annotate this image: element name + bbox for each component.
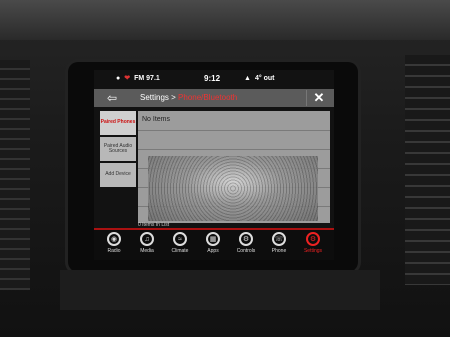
nav-settings[interactable]: ⚙ Settings — [297, 232, 329, 260]
tab-paired-audio-sources[interactable]: Paired Audio Sources — [100, 137, 136, 161]
tab-label: Paired Phones — [100, 119, 136, 126]
bottom-nav-bar: ◉ Radio ♫ Media ≈ Climate ▦ Apps ⚙ Contr… — [94, 228, 334, 260]
breadcrumb-separator: > — [171, 93, 176, 102]
tab-label: Paired Audio Sources — [103, 142, 133, 154]
nav-label: Controls — [236, 248, 256, 254]
media-icon: ♫ — [140, 232, 154, 246]
close-button[interactable]: ✕ — [306, 90, 331, 106]
nav-label: Settings — [303, 248, 323, 254]
right-air-vent — [405, 55, 450, 285]
nav-controls[interactable]: ⚙ Controls — [230, 232, 262, 260]
infotainment-screen: ● ❤ FM 97.1 9:12 ▲ 4° out ⇦ Settings > P… — [94, 70, 334, 260]
breadcrumb: Settings > Phone/Bluetooth — [140, 93, 237, 102]
nav-label: Apps — [207, 248, 219, 254]
nav-label: Phone — [271, 248, 287, 254]
favorite-heart-icon: ❤ — [124, 75, 131, 82]
empty-list-label: No Items — [142, 116, 171, 123]
breadcrumb-root: Settings — [140, 93, 169, 102]
bluetooth-tabs: Paired Phones Paired Audio Sources Add D… — [100, 111, 136, 231]
nav-media[interactable]: ♫ Media — [131, 232, 163, 260]
list-divider — [138, 130, 330, 131]
nav-radio[interactable]: ◉ Radio — [98, 232, 130, 260]
tab-add-device[interactable]: Add Device — [100, 163, 136, 187]
radio-icon: ◉ — [107, 232, 121, 246]
close-icon: ✕ — [313, 90, 325, 105]
signal-icon: ▲ — [244, 74, 251, 82]
tab-paired-phones[interactable]: Paired Phones — [100, 111, 136, 135]
page-header: ⇦ Settings > Phone/Bluetooth ✕ — [94, 89, 334, 107]
nav-climate[interactable]: ≈ Climate — [164, 232, 196, 260]
nav-phone[interactable]: ☏ Phone — [263, 232, 295, 260]
tab-label: Add Device — [105, 171, 131, 178]
radio-status: FM 97.1 — [134, 74, 160, 82]
settings-icon: ⚙ — [306, 232, 320, 246]
controls-icon: ⚙ — [239, 232, 253, 246]
back-arrow-icon: ⇦ — [106, 91, 118, 105]
back-button[interactable]: ⇦ — [98, 91, 126, 105]
nav-label: Media — [140, 248, 154, 254]
dashboard-ledge — [60, 270, 380, 310]
nav-apps[interactable]: ▦ Apps — [197, 232, 229, 260]
status-bar: ● ❤ FM 97.1 9:12 ▲ 4° out — [94, 70, 334, 86]
clock: 9:12 — [204, 73, 221, 83]
dashboard-trim — [0, 0, 450, 40]
list-divider — [138, 149, 330, 150]
climate-icon: ≈ — [173, 232, 187, 246]
nav-label: Climate — [171, 248, 189, 254]
breadcrumb-current: Phone/Bluetooth — [178, 93, 238, 102]
left-air-vent — [0, 60, 30, 290]
background-pattern — [148, 156, 318, 221]
nav-label: Radio — [107, 248, 121, 254]
device-list: No Items — [138, 111, 330, 223]
outside-temperature: 4° out — [254, 74, 275, 82]
apps-icon: ▦ — [206, 232, 220, 246]
phone-icon: ☏ — [272, 232, 286, 246]
user-icon: ● — [116, 74, 121, 82]
